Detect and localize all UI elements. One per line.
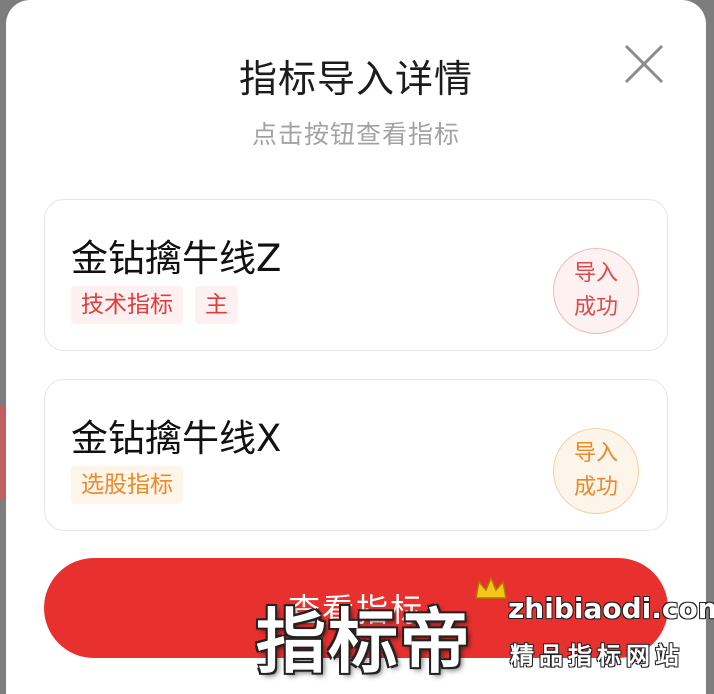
indicator-card[interactable]: 金钻擒牛线Z 技术指标 主 导入 成功 bbox=[44, 199, 668, 351]
view-indicator-button[interactable]: 查看指标 bbox=[44, 558, 668, 658]
close-button[interactable] bbox=[622, 42, 666, 86]
indicator-name: 金钻擒牛线X bbox=[71, 417, 282, 460]
import-success-stamp: 导入 成功 bbox=[553, 248, 639, 334]
stamp-line-1: 导入 bbox=[573, 261, 618, 286]
tag-type: 选股指标 bbox=[71, 466, 183, 504]
tag-type: 技术指标 bbox=[71, 286, 183, 324]
stamp-line-2: 成功 bbox=[573, 295, 618, 320]
indicator-import-dialog: 指标导入详情 点击按钮查看指标 金钻擒牛线Z 技术指标 主 导入 成功 金钻擒牛… bbox=[6, 0, 706, 694]
indicator-tags: 技术指标 主 bbox=[71, 286, 238, 324]
indicator-card[interactable]: 金钻擒牛线X 选股指标 导入 成功 bbox=[44, 379, 668, 531]
tag-main: 主 bbox=[195, 286, 238, 324]
indicator-name: 金钻擒牛线Z bbox=[71, 237, 282, 280]
import-success-stamp: 导入 成功 bbox=[553, 428, 639, 514]
dialog-title: 指标导入详情 bbox=[238, 57, 473, 101]
stamp-line-2: 成功 bbox=[573, 475, 618, 500]
indicator-tags: 选股指标 bbox=[71, 466, 183, 504]
dialog-subtitle: 点击按钮查看指标 bbox=[251, 120, 460, 149]
close-icon bbox=[624, 44, 664, 84]
stamp-line-1: 导入 bbox=[573, 441, 618, 466]
